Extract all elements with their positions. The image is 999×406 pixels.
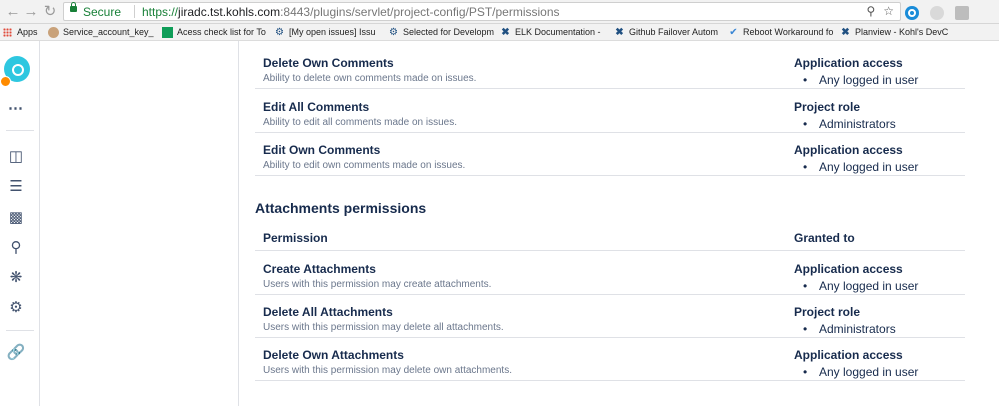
section-title: Attachments permissions	[255, 200, 427, 216]
permission-name: Edit All Comments	[263, 100, 370, 114]
table-row: Delete All Attachments Users with this p…	[255, 294, 965, 338]
table-row: Edit Own Comments Ability to edit own co…	[255, 132, 965, 176]
column-header-granted-to: Granted to	[794, 231, 855, 245]
extension-blue-icon[interactable]	[905, 5, 919, 20]
url-text: https://jiradc.tst.kohls.com:8443/plugin…	[142, 5, 560, 19]
table-row: Delete Own Comments Ability to delete ow…	[255, 45, 965, 89]
secure-label: Secure	[83, 5, 122, 19]
link-icon[interactable]: 🔗	[6, 343, 26, 363]
lock-icon	[70, 2, 77, 12]
permission-description: Users with this permission may delete ow…	[263, 365, 512, 376]
grant-value: Any logged in user	[803, 279, 918, 293]
bookmarks-bar: Apps Service_account_key_ Acess check li…	[0, 24, 999, 41]
bookmark-service-account[interactable]: Service_account_key_	[48, 26, 154, 39]
bookmark-access-check[interactable]: Acess check list for To	[162, 26, 266, 39]
extension-grey-icon[interactable]	[930, 5, 944, 20]
grant-type: Application access	[794, 56, 903, 70]
sheets-icon	[162, 27, 173, 39]
bookmark-apps[interactable]: Apps	[3, 26, 38, 39]
table-row: Delete Own Attachments Users with this p…	[255, 337, 965, 381]
table-header: Permission Granted to	[255, 226, 965, 251]
global-sidebar: ⋯ ◫ ☰ ▩ ⚲ ❋ ⚙ 🔗	[0, 41, 40, 406]
grant-type: Project role	[794, 100, 861, 114]
permission-name: Delete Own Attachments	[263, 348, 404, 362]
add-ons-puzzle-icon[interactable]: ❋	[6, 268, 26, 288]
bookmark-selected-for-dev[interactable]: ⚙ Selected for Developm	[388, 26, 494, 39]
bookmark-elk-docs[interactable]: ✖ ELK Documentation -	[500, 26, 600, 39]
bookmark-planview[interactable]: ✖ Planview - Kohl's DevC	[840, 26, 948, 39]
table-row: Create Attachments Users with this permi…	[255, 251, 965, 295]
permission-description: Ability to edit own comments made on iss…	[263, 160, 466, 171]
zoom-icon[interactable]: ⚲	[866, 4, 875, 18]
permission-name: Delete Own Comments	[263, 56, 394, 70]
column-header-permission: Permission	[263, 231, 328, 245]
grant-value: Administrators	[803, 117, 896, 131]
apps-grid-icon	[3, 28, 12, 38]
grant-type: Project role	[794, 305, 861, 319]
permission-description: Users with this permission may create at…	[263, 279, 492, 290]
reload-icon[interactable]: ↻	[41, 3, 59, 21]
forward-arrow-icon[interactable]: →	[22, 3, 40, 21]
bookmark-my-open-issues[interactable]: ⚙ [My open issues] Issu	[274, 26, 376, 39]
settings-gear-icon[interactable]: ⚙	[6, 298, 26, 318]
divider	[6, 330, 34, 331]
bookmark-github-failover[interactable]: ✖ Github Failover Autom	[614, 26, 718, 39]
permission-name: Edit Own Comments	[263, 143, 381, 157]
grant-type: Application access	[794, 143, 903, 157]
extension-chat-icon[interactable]	[955, 5, 969, 20]
more-icon[interactable]: ⋯	[6, 99, 26, 119]
back-arrow-icon[interactable]: ←	[4, 3, 22, 21]
notification-badge	[0, 76, 11, 87]
divider	[134, 5, 135, 18]
confluence-icon: ✖	[615, 27, 624, 39]
confluence-icon: ✖	[841, 27, 850, 39]
grant-type: Application access	[794, 348, 903, 362]
reports-icon[interactable]: ▩	[6, 208, 26, 228]
permission-description: Ability to edit all comments made on iss…	[263, 117, 457, 128]
grant-value: Any logged in user	[803, 365, 918, 379]
confluence-icon: ✖	[501, 27, 510, 39]
check-icon: ✔	[729, 27, 738, 39]
grant-value: Administrators	[803, 322, 896, 336]
grant-value: Any logged in user	[803, 160, 918, 174]
browser-toolbar: ← → ↻ Secure https://jiradc.tst.kohls.co…	[0, 0, 999, 38]
address-bar[interactable]: Secure https://jiradc.tst.kohls.com:8443…	[63, 2, 901, 21]
bookmark-reboot-workaround[interactable]: ✔ Reboot Workaround fo	[728, 26, 833, 39]
jira-icon: ⚙	[389, 27, 398, 39]
bookmark-star-icon[interactable]: ☆	[883, 4, 894, 18]
backlog-icon[interactable]: ☰	[6, 177, 26, 197]
table-row: Edit All Comments Ability to edit all co…	[255, 89, 965, 133]
divider	[6, 130, 34, 131]
grant-value: Any logged in user	[803, 73, 918, 87]
jira-icon: ⚙	[275, 27, 284, 39]
permission-name: Delete All Attachments	[263, 305, 393, 319]
board-icon[interactable]: ◫	[6, 147, 26, 167]
project-sidebar	[40, 41, 239, 406]
person-icon	[48, 27, 59, 39]
grant-type: Application access	[794, 262, 903, 276]
issues-search-icon[interactable]: ⚲	[6, 238, 26, 258]
permission-description: Users with this permission may delete al…	[263, 322, 504, 333]
permission-description: Ability to delete own comments made on i…	[263, 73, 477, 84]
permission-name: Create Attachments	[263, 262, 376, 276]
